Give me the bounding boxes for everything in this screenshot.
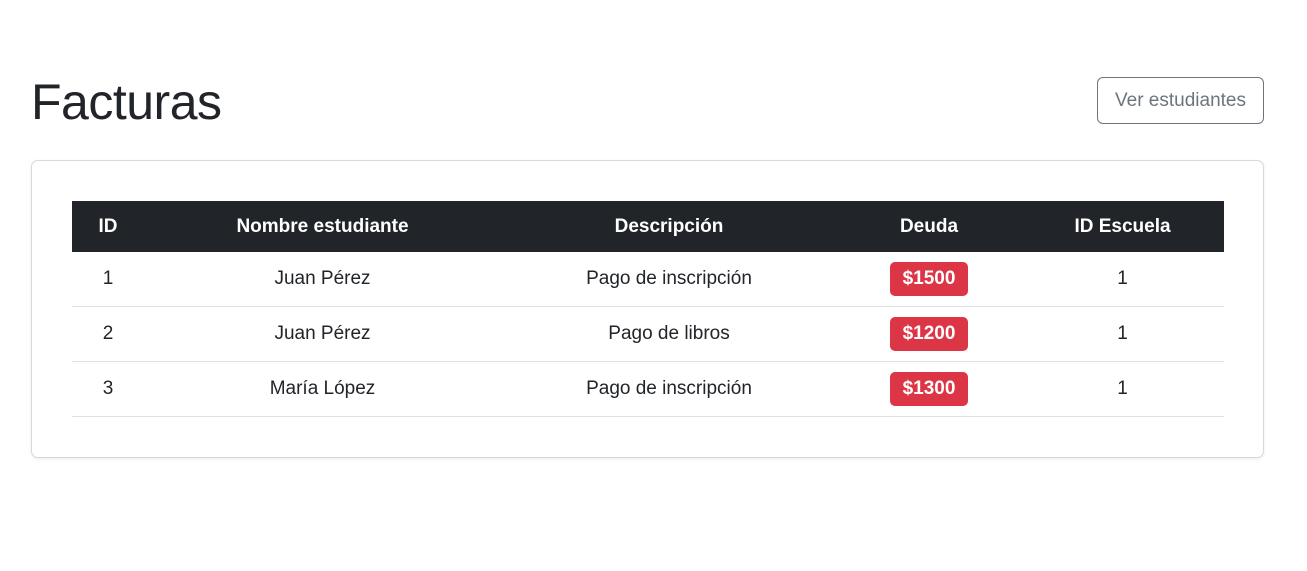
- cell-description: Pago de inscripción: [501, 361, 837, 417]
- debt-badge: $1200: [889, 317, 969, 351]
- cell-debt: $1300: [837, 361, 1021, 417]
- column-header-school-id: ID Escuela: [1074, 215, 1171, 237]
- invoices-table: ID Nombre estudiante Descripción Deuda I…: [72, 201, 1224, 417]
- table-row: 3 María López Pago de inscripción $1300 …: [72, 361, 1224, 417]
- invoices-card: ID Nombre estudiante Descripción Deuda I…: [31, 160, 1264, 458]
- column-header-student-name: Nombre estudiante: [236, 215, 409, 237]
- page-title: Facturas: [31, 74, 222, 130]
- cell-id: 1: [72, 252, 144, 307]
- cell-school-id: 1: [1021, 361, 1224, 417]
- cell-student-name: María López: [144, 361, 501, 417]
- cell-description: Pago de libros: [501, 306, 837, 362]
- cell-school-id: 1: [1021, 306, 1224, 362]
- debt-badge: $1500: [889, 262, 969, 296]
- cell-description: Pago de inscripción: [501, 252, 837, 307]
- debt-badge: $1300: [889, 372, 969, 406]
- page-header: Facturas Ver estudiantes: [31, 70, 1264, 134]
- table-row: 1 Juan Pérez Pago de inscripción $1500 1: [72, 252, 1224, 307]
- cell-id: 3: [72, 361, 144, 417]
- column-header-id: ID: [98, 215, 118, 237]
- cell-debt: $1500: [837, 252, 1021, 307]
- column-header-description: Descripción: [614, 215, 724, 237]
- view-students-button[interactable]: Ver estudiantes: [1097, 77, 1264, 124]
- column-header-debt: Deuda: [899, 215, 959, 237]
- cell-debt: $1200: [837, 306, 1021, 362]
- cell-id: 2: [72, 306, 144, 362]
- cell-school-id: 1: [1021, 252, 1224, 307]
- cell-student-name: Juan Pérez: [144, 252, 501, 307]
- table-row: 2 Juan Pérez Pago de libros $1200 1: [72, 306, 1224, 362]
- cell-student-name: Juan Pérez: [144, 306, 501, 362]
- table-header-row: ID Nombre estudiante Descripción Deuda I…: [72, 201, 1224, 252]
